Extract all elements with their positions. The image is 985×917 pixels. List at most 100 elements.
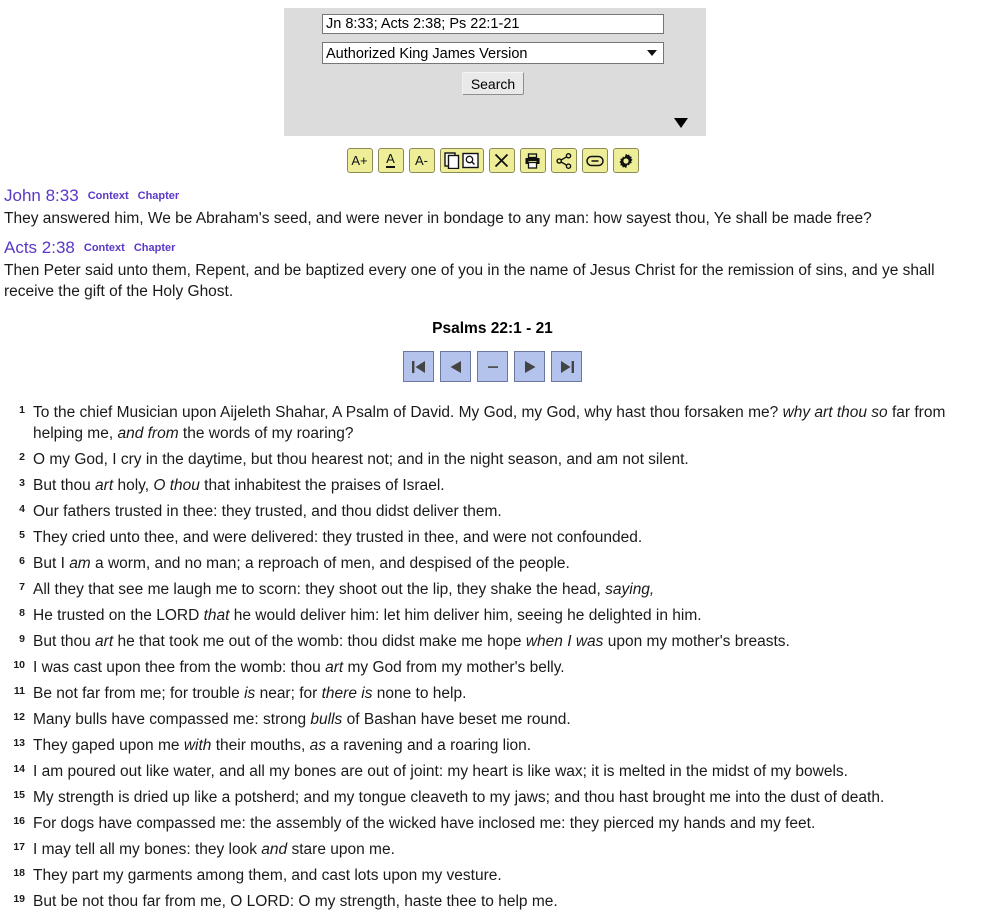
settings-button[interactable] (612, 148, 639, 173)
link-icon (585, 155, 604, 167)
verse-number[interactable]: 19 (0, 891, 25, 907)
close-icon (494, 153, 509, 168)
verse-item: 10 I was cast upon thee from the womb: th… (0, 657, 985, 678)
passage-chapter-link[interactable]: Chapter (138, 190, 180, 202)
share-button[interactable] (550, 148, 577, 173)
verse-text: My strength is dried up like a potsherd;… (33, 789, 885, 806)
verse-item: 4 Our fathers trusted in thee: they trust… (0, 501, 985, 522)
link-button[interactable] (581, 148, 608, 173)
font-decrease-button[interactable]: A- (408, 148, 435, 173)
next-chapter-button[interactable] (514, 351, 545, 382)
chevron-down-icon (647, 50, 657, 56)
verse-item: 6 But I am a worm, and no man; a reproach… (0, 553, 985, 574)
verse-number[interactable]: 5 (0, 527, 25, 543)
verse-number[interactable]: 7 (0, 579, 25, 595)
passage-header: Acts 2:38 Context Chapter (4, 238, 985, 259)
verse-item: 17 I may tell all my bones: they look and… (0, 839, 985, 860)
search-button[interactable]: Search (462, 72, 524, 95)
verse-item: 15 My strength is dried up like a potsher… (0, 787, 985, 808)
verse-text: He trusted on the LORD that he would del… (33, 607, 702, 624)
verse-item: 16 For dogs have compassed me: the assemb… (0, 813, 985, 834)
passage-body: Then Peter said unto them, Repent, and b… (4, 262, 935, 300)
passage-chapter-link[interactable]: Chapter (134, 242, 176, 254)
play-forward-icon (521, 359, 539, 375)
font-increase-button[interactable]: A+ (346, 148, 373, 173)
verse-text: All they that see me laugh me to scorn: … (33, 581, 655, 598)
verse-number[interactable]: 14 (0, 761, 25, 777)
verse-text: But thou art he that took me out of the … (33, 633, 790, 650)
verse-number[interactable]: 8 (0, 605, 25, 621)
verse-number[interactable]: 10 (0, 657, 25, 673)
verse-number[interactable]: 12 (0, 709, 25, 725)
verse-text: Our fathers trusted in thee: they truste… (33, 503, 502, 520)
chapter-navigation (0, 351, 985, 382)
verse-number[interactable]: 3 (0, 475, 25, 491)
search-panel: Authorized King James Version Search (284, 8, 706, 136)
verse-text: They part my garments among them, and ca… (33, 867, 502, 884)
chapter-title: Psalms 22:1 - 21 (432, 320, 553, 337)
verse-text: For dogs have compassed me: the assembly… (33, 815, 816, 832)
formatting-toolbar: A+ A A- (0, 148, 985, 173)
verse-text: They cried unto thee, and were delivered… (33, 529, 643, 546)
verse-item: 2 O my God, I cry in the daytime, but tho… (0, 449, 985, 470)
passage-reference-link[interactable]: Acts 2:38 (4, 238, 75, 257)
verse-item: 11 Be not far from me; for trouble is nea… (0, 683, 985, 704)
verse-text: I am poured out like water, and all my b… (33, 763, 848, 780)
verse-item: 8 He trusted on the LORD that he would de… (0, 605, 985, 626)
verse-number[interactable]: 4 (0, 501, 25, 517)
chapter-menu-button[interactable] (477, 351, 508, 382)
verse-text: I was cast upon thee from the womb: thou… (33, 659, 565, 676)
reference-input[interactable] (322, 14, 664, 34)
verse-text: Many bulls have compassed me: strong bul… (33, 711, 571, 728)
verse-number[interactable]: 11 (0, 683, 25, 699)
print-button[interactable] (519, 148, 546, 173)
passage-header: John 8:33 Context Chapter (4, 186, 985, 207)
verse-text: To the chief Musician upon Aijeleth Shah… (33, 404, 946, 442)
verse-item: 13 They gaped upon me with their mouths, … (0, 735, 985, 756)
skip-to-end-icon (558, 359, 576, 375)
verse-text: But thou art holy, O thou that inhabites… (33, 477, 445, 494)
verse-text: But be not thou far from me, O LORD: O m… (33, 893, 558, 910)
panel-expand-toggle-icon[interactable] (674, 118, 688, 128)
share-icon (555, 152, 572, 169)
dash-icon (484, 359, 502, 375)
previous-chapter-button[interactable] (440, 351, 471, 382)
verse-item: 18 They part my garments among them, and … (0, 865, 985, 886)
verse-item: 3 But thou art holy, O thou that inhabite… (0, 475, 985, 496)
verse-item: 5 They cried unto thee, and were delivere… (0, 527, 985, 548)
verse-number[interactable]: 6 (0, 553, 25, 569)
last-chapter-button[interactable] (551, 351, 582, 382)
verse-text: O my God, I cry in the daytime, but thou… (33, 451, 689, 468)
verse-item: 12 Many bulls have compassed me: strong b… (0, 709, 985, 730)
copy-search-button[interactable] (439, 148, 484, 173)
close-button[interactable] (488, 148, 515, 173)
verse-number[interactable]: 13 (0, 735, 25, 751)
version-select[interactable]: Authorized King James Version (322, 42, 664, 64)
verse-number[interactable]: 2 (0, 449, 25, 465)
passage-results: John 8:33 Context Chapter They answered hi… (0, 186, 985, 917)
skip-to-start-icon (410, 359, 428, 375)
verse-item: 14 I am poured out like water, and all my… (0, 761, 985, 782)
verse-number[interactable]: 16 (0, 813, 25, 829)
font-underline-button[interactable]: A (377, 148, 404, 173)
passage-context-link[interactable]: Context (88, 190, 129, 202)
verse-text: They gaped upon me with their mouths, as… (33, 737, 532, 754)
copy-search-icon (443, 152, 480, 169)
printer-icon (524, 152, 541, 169)
verse-item: 7 All they that see me laugh me to scorn:… (0, 579, 985, 600)
passage-reference-link[interactable]: John 8:33 (4, 186, 79, 205)
passage-context-link[interactable]: Context (84, 242, 125, 254)
font-increase-icon: A+ (351, 153, 368, 168)
verse-number[interactable]: 15 (0, 787, 25, 803)
verse-number[interactable]: 1 (0, 402, 25, 418)
gear-icon (618, 153, 634, 169)
verse-number[interactable]: 17 (0, 839, 25, 855)
verse-text: Be not far from me; for trouble is near;… (33, 685, 467, 702)
verse-number[interactable]: 9 (0, 631, 25, 647)
font-underline-icon: A (386, 151, 395, 168)
first-chapter-button[interactable] (403, 351, 434, 382)
verse-text: But I am a worm, and no man; a reproach … (33, 555, 570, 572)
verse-item: 1 To the chief Musician upon Aijeleth Sha… (0, 402, 985, 444)
font-decrease-icon: A- (415, 153, 428, 168)
play-back-icon (447, 359, 465, 375)
